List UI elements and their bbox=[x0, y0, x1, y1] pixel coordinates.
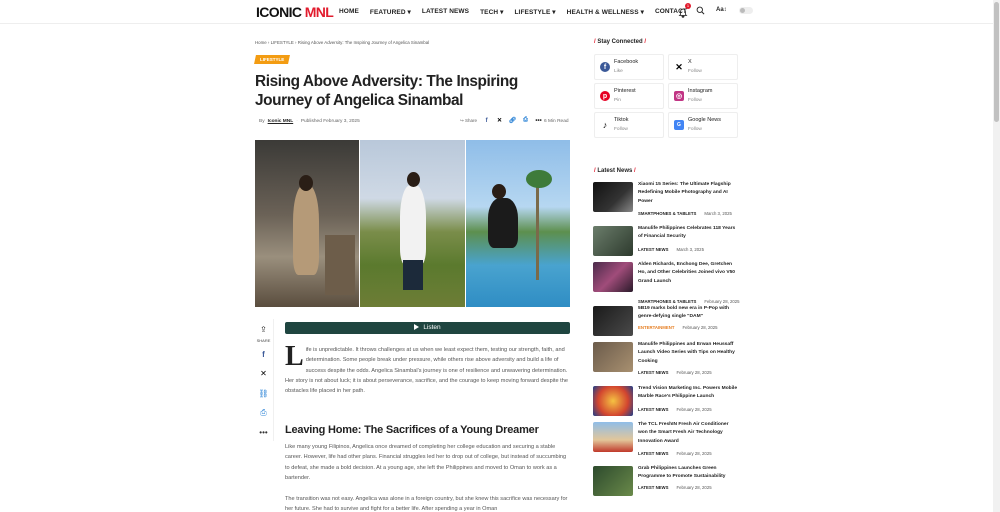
header-tools: 1 Aa↕ bbox=[678, 3, 753, 18]
tiktok-icon: ♪ bbox=[602, 120, 608, 130]
news-thumbnail[interactable] bbox=[593, 306, 633, 336]
person-head bbox=[299, 175, 313, 191]
share-icon[interactable]: ⇪ bbox=[255, 321, 273, 338]
person-figure bbox=[487, 198, 518, 248]
photo-pool bbox=[465, 140, 570, 307]
nav-home[interactable]: HOME bbox=[339, 8, 359, 16]
main-nav: HOME FEATURED ▾ LATEST NEWS TECH ▾ LIFES… bbox=[339, 8, 687, 16]
x-share-icon[interactable]: ✕ bbox=[255, 365, 273, 382]
news-thumbnail[interactable] bbox=[593, 422, 633, 452]
news-item[interactable]: Manulife Philippines and Erwan Heussaff … bbox=[593, 341, 739, 385]
google-news-icon: G bbox=[674, 120, 684, 130]
facebook-share-icon[interactable]: f bbox=[483, 117, 490, 124]
photo-office bbox=[255, 140, 360, 307]
news-item[interactable]: Manulife Philippines Celebrates 118 Year… bbox=[593, 225, 739, 261]
featured-image bbox=[255, 140, 570, 307]
section-heading: Leaving Home: The Sacrifices of a Young … bbox=[285, 424, 539, 436]
news-item[interactable]: The TCL FreshIN Fresh Air Conditioner wo… bbox=[593, 421, 739, 465]
facebook-icon: f bbox=[600, 62, 610, 72]
news-thumbnail[interactable] bbox=[593, 342, 633, 372]
copy-link-icon[interactable]: 🔗︎ bbox=[509, 117, 517, 124]
intro-paragraph: Life is unpredictable. It throws challen… bbox=[285, 341, 568, 395]
facebook-share-icon[interactable]: f bbox=[255, 346, 273, 363]
share-sidebar-label: SHARE bbox=[256, 337, 271, 343]
news-item[interactable]: Alden Richards, Enchong Dee, Gretchen Ho… bbox=[593, 261, 740, 305]
person-figure bbox=[400, 185, 427, 265]
site-header: ICONIC MNL HOME FEATURED ▾ LATEST NEWS T… bbox=[0, 0, 993, 24]
person-figure bbox=[293, 185, 319, 275]
site-logo[interactable]: ICONIC MNL bbox=[256, 4, 334, 20]
social-google-news[interactable]: G Google News Follow bbox=[668, 112, 738, 138]
pinterest-icon: p bbox=[600, 91, 610, 101]
person-head bbox=[407, 172, 421, 187]
breadcrumb[interactable]: Home › LIFESTYLE › Rising Above Adversit… bbox=[255, 40, 429, 45]
pants-shape bbox=[403, 260, 424, 290]
author-link[interactable]: Iconic MNL bbox=[268, 119, 294, 124]
paragraph: The transition was not easy. Angelica wa… bbox=[285, 496, 568, 512]
chair-shape bbox=[325, 235, 355, 295]
palm-leaves bbox=[525, 170, 552, 188]
font-size-toggle[interactable]: Aa↕ bbox=[716, 7, 727, 13]
social-grid: f Facebook Like ✕ X Follow p Pinterest Pin … bbox=[594, 54, 738, 138]
meta-separator: · bbox=[296, 119, 298, 124]
article-title: Rising Above Adversity: The Inspiring Jo… bbox=[255, 73, 518, 109]
news-item[interactable]: 5B19 marks bold new era in P-Pop with ge… bbox=[593, 305, 739, 341]
notification-badge: 1 bbox=[685, 3, 691, 9]
nav-lifestyle[interactable]: LIFESTYLE ▾ bbox=[514, 8, 555, 16]
listen-button[interactable]: Listen bbox=[285, 322, 570, 334]
news-thumbnail[interactable] bbox=[593, 226, 633, 256]
x-icon: ✕ bbox=[675, 61, 683, 72]
nav-featured[interactable]: FEATURED ▾ bbox=[370, 8, 411, 16]
share-arrow-icon: ↪ bbox=[460, 117, 464, 123]
latest-news-list: Xiaomi 15 Series: The Ultimate Flagship … bbox=[593, 181, 740, 501]
share-label: ↪ Share bbox=[460, 117, 478, 123]
instagram-icon: ◎ bbox=[674, 91, 684, 101]
print-icon[interactable]: ⎙ bbox=[255, 405, 273, 422]
paragraph: Like many young Filipinos, Angelica once… bbox=[285, 444, 567, 481]
news-thumbnail[interactable] bbox=[593, 182, 633, 212]
latest-news-heading: / Latest News / bbox=[594, 168, 636, 174]
news-item[interactable]: Xiaomi 15 Series: The Ultimate Flagship … bbox=[593, 181, 739, 225]
news-item[interactable]: Trend Vision Marketing Inc. Powers Mobil… bbox=[593, 385, 739, 421]
stay-connected-heading: / Stay Connected / bbox=[594, 39, 647, 45]
photo-field bbox=[360, 140, 465, 307]
dropcap: L bbox=[285, 341, 304, 372]
nav-latest-news[interactable]: LATEST NEWS bbox=[422, 8, 469, 16]
published-date: Published February 3, 2025 bbox=[300, 119, 360, 124]
news-item[interactable]: Grab Philippines Launches Green Programm… bbox=[593, 465, 739, 501]
print-icon[interactable]: ⎙ bbox=[522, 117, 529, 124]
person-head bbox=[491, 184, 506, 199]
more-share-icon[interactable]: ••• bbox=[535, 117, 542, 124]
nav-health-wellness[interactable]: HEALTH & WELLNESS ▾ bbox=[567, 8, 644, 16]
notification-bell-icon[interactable]: 1 bbox=[678, 3, 691, 18]
more-share-icon[interactable]: ••• bbox=[255, 424, 273, 441]
dark-mode-toggle[interactable] bbox=[738, 6, 753, 14]
x-share-icon[interactable]: ✕ bbox=[496, 117, 503, 124]
article-meta: By Iconic MNL · Published February 3, 20… bbox=[259, 119, 360, 124]
social-instagram[interactable]: ◎ Instagram Follow bbox=[668, 83, 738, 109]
news-thumbnail[interactable] bbox=[593, 386, 633, 416]
page-scrollbar[interactable] bbox=[993, 0, 1000, 512]
play-icon bbox=[414, 323, 420, 330]
social-facebook[interactable]: f Facebook Like bbox=[594, 54, 664, 80]
social-pinterest[interactable]: p Pinterest Pin bbox=[594, 83, 664, 109]
news-thumbnail[interactable] bbox=[593, 262, 633, 292]
social-x[interactable]: ✕ X Follow bbox=[668, 54, 738, 80]
scrollbar-thumb[interactable] bbox=[994, 2, 999, 122]
news-thumbnail[interactable] bbox=[593, 466, 633, 496]
social-tiktok[interactable]: ♪ Tiktok Follow bbox=[594, 112, 664, 138]
category-tag[interactable]: LIFESTYLE bbox=[254, 55, 291, 64]
share-sidebar: ⇪ SHARE f ✕ ⛓︎ ⎙ ••• bbox=[254, 319, 274, 441]
share-row: ↪ Share f ✕ 🔗︎ ⎙ ••• bbox=[460, 117, 542, 124]
nav-tech[interactable]: TECH ▾ bbox=[480, 8, 503, 16]
copy-link-icon[interactable]: ⛓︎ bbox=[255, 385, 273, 402]
palm-trunk bbox=[535, 180, 539, 280]
search-icon[interactable] bbox=[696, 6, 705, 15]
read-time: 6 Min Read bbox=[544, 119, 569, 124]
